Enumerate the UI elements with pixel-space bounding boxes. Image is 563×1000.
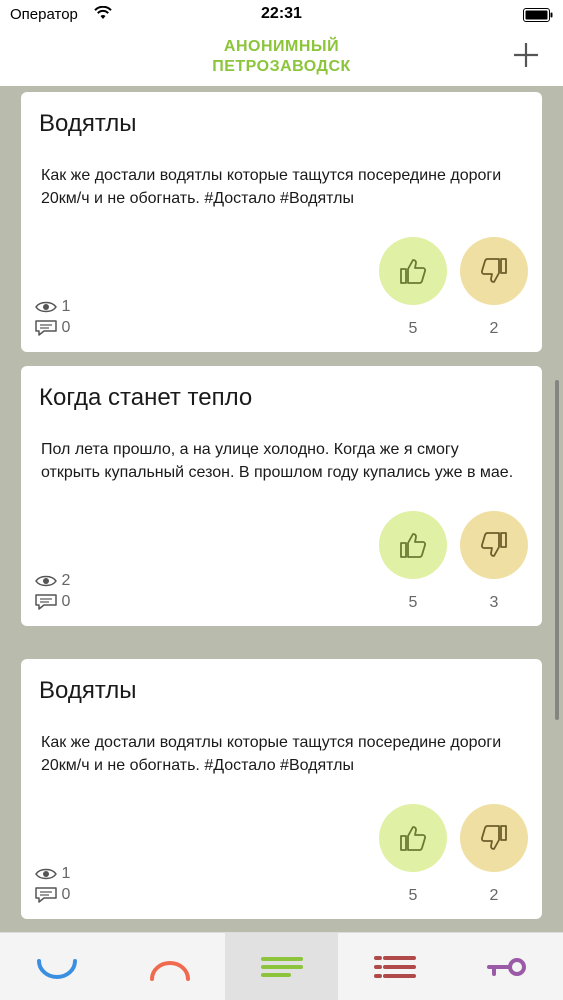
post-body: Как же достали водятлы которые тащутся п… (41, 734, 502, 774)
like-count: 5 (408, 887, 418, 904)
tab-list[interactable] (338, 933, 451, 1000)
post-card[interactable]: Когда станет тепло Пол лета прошло, а на… (21, 366, 542, 626)
status-time: 22:31 (261, 5, 302, 22)
key-icon (487, 958, 527, 976)
views-count: 2 (61, 572, 71, 589)
tab-feed[interactable] (225, 933, 338, 1000)
add-post-button[interactable] (511, 40, 541, 70)
post-feed[interactable]: Водятлы Как же достали водятлы которые т… (0, 86, 563, 932)
like-button[interactable] (379, 237, 447, 305)
battery-icon (523, 8, 553, 22)
comments-count: 0 (61, 593, 71, 610)
like-button[interactable] (379, 511, 447, 579)
frown-arc-icon (149, 961, 190, 981)
like-button[interactable] (379, 804, 447, 872)
thumbs-up-icon (400, 826, 427, 851)
app-title-line1: АНОНИМНЫЙ (223, 38, 340, 55)
tab-bar (0, 932, 563, 1000)
views-stat: 1 (35, 865, 70, 883)
eye-icon (35, 301, 57, 313)
post-body: Как же достали водятлы которые тащутся п… (41, 167, 502, 207)
feed-lines-icon (261, 957, 304, 977)
dislike-button[interactable] (460, 511, 528, 579)
post-card[interactable]: Водятлы Как же достали водятлы которые т… (21, 659, 542, 919)
eye-icon (35, 575, 57, 587)
tab-smile[interactable] (0, 933, 113, 1000)
thumbs-down-icon (480, 258, 507, 283)
comment-icon (35, 887, 57, 903)
views-count: 1 (61, 865, 71, 882)
dislike-button[interactable] (460, 237, 528, 305)
views-count: 1 (61, 298, 71, 315)
app-screen: Оператор 22:31 АНОНИМНЫЙ ПЕТРОЗАВОДСК Во… (0, 0, 563, 1000)
views-stat: 1 (35, 298, 70, 316)
post-title: Когда станет тепло (39, 384, 253, 411)
thumbs-down-icon (480, 825, 507, 850)
dislike-count: 2 (489, 320, 499, 337)
dislike-count: 3 (489, 594, 499, 611)
thumbs-up-icon (400, 259, 427, 284)
smile-arc-icon (37, 959, 77, 979)
tab-frown[interactable] (113, 933, 226, 1000)
post-title: Водятлы (39, 677, 137, 704)
nav-bar: АНОНИМНЫЙ ПЕТРОЗАВОДСК (0, 30, 563, 86)
thumbs-down-icon (480, 532, 507, 557)
dislike-count: 2 (489, 887, 499, 904)
tab-key[interactable] (450, 933, 563, 1000)
comments-count: 0 (61, 319, 71, 336)
scroll-indicator[interactable] (555, 380, 559, 720)
app-title-line2: ПЕТРОЗАВОДСК (212, 58, 351, 75)
eye-icon (35, 868, 57, 880)
post-title: Водятлы (39, 110, 137, 137)
comments-stat: 0 (35, 886, 70, 904)
list-lines-icon (373, 956, 416, 978)
plus-icon (514, 43, 538, 67)
thumbs-up-icon (400, 533, 427, 558)
dislike-button[interactable] (460, 804, 528, 872)
app-title: АНОНИМНЫЙ ПЕТРОЗАВОДСК (0, 37, 563, 77)
status-bar: Оператор 22:31 (0, 0, 563, 30)
views-stat: 2 (35, 572, 70, 590)
post-body: Пол лета прошло, а на улице холодно. Ког… (41, 441, 514, 481)
comments-stat: 0 (35, 593, 70, 611)
like-count: 5 (408, 594, 418, 611)
comment-icon (35, 594, 57, 610)
like-count: 5 (408, 320, 418, 337)
comments-stat: 0 (35, 319, 70, 337)
post-card[interactable]: Водятлы Как же достали водятлы которые т… (21, 92, 542, 352)
comment-icon (35, 320, 57, 336)
comments-count: 0 (61, 886, 71, 903)
